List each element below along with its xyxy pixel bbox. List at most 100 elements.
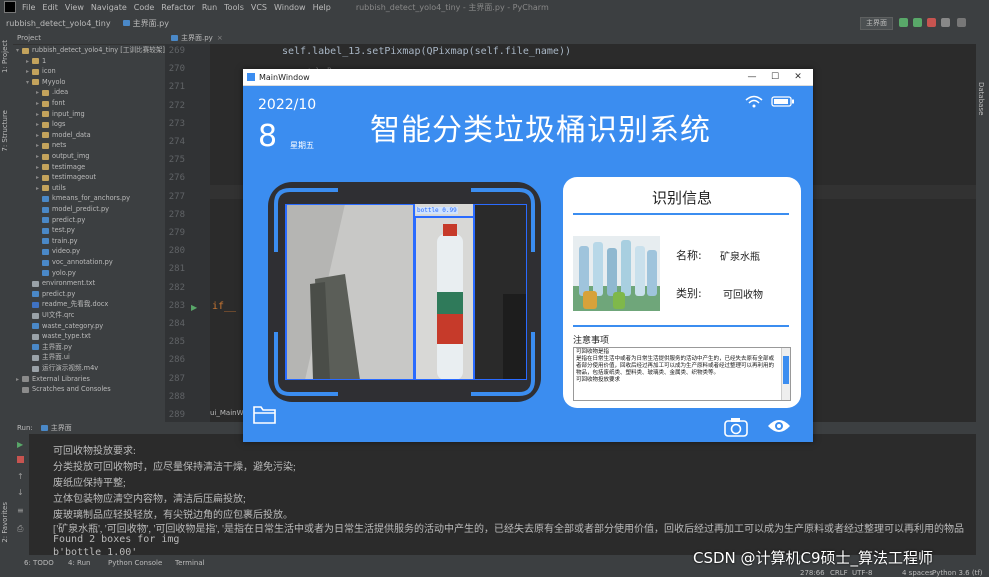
project-tree-item[interactable]: ▾ rubbish_detect_yolo4_tiny [工训比赛较架] <box>16 46 165 55</box>
folder-icon <box>42 153 49 160</box>
project-tree-item[interactable]: 运行演示视频.m4v <box>26 364 98 373</box>
project-tree-item[interactable]: waste_category.py <box>26 322 103 331</box>
settings-icon[interactable] <box>941 18 950 27</box>
scroll-down-icon[interactable]: ↓ <box>17 488 24 497</box>
python-console-tab[interactable]: Python Console <box>108 559 162 567</box>
menu-edit[interactable]: Edit <box>42 3 58 12</box>
project-tree-item[interactable]: ▸ utils <box>36 184 66 193</box>
run-gutter-icon[interactable]: ▶ <box>191 303 197 312</box>
editor-tab-main[interactable]: 主界面.py × <box>171 33 223 43</box>
run-icon[interactable] <box>899 18 908 27</box>
menu-run[interactable]: Run <box>202 3 217 12</box>
detection-label: bottle 0.99 <box>416 207 458 214</box>
file-encoding[interactable]: UTF-8 <box>852 569 872 577</box>
project-tree-item[interactable]: ▾ Myyolo <box>26 78 65 87</box>
structure-tool-tab[interactable]: 7: Structure <box>1 110 9 152</box>
project-tree-item[interactable]: ▸ .idea <box>36 88 68 97</box>
project-tree-item[interactable]: ▸ External Libraries <box>16 375 90 384</box>
wrap-icon[interactable]: ≡ <box>17 506 24 515</box>
project-tree-item[interactable]: Scratches and Consoles <box>16 385 111 394</box>
breadcrumb-project[interactable]: rubbish_detect_yolo4_tiny <box>6 19 111 28</box>
battery-icon <box>771 96 794 107</box>
database-tool-tab[interactable]: Database <box>977 82 985 115</box>
project-tree-item[interactable]: predict.py <box>36 216 85 225</box>
category-value: 可回收物 <box>723 290 763 301</box>
project-tree-item[interactable]: yolo.py <box>36 269 76 278</box>
terminal-tab[interactable]: Terminal <box>175 559 205 567</box>
menu-tools[interactable]: Tools <box>224 3 244 12</box>
menu-help[interactable]: Help <box>313 3 331 12</box>
project-tree-item[interactable]: ▸ logs <box>36 120 66 129</box>
menu-refactor[interactable]: Refactor <box>161 3 195 12</box>
project-tree-item[interactable]: ▸ output_img <box>36 152 90 161</box>
python-interpreter[interactable]: Python 3.6 (tf) <box>932 569 983 577</box>
project-tree-item[interactable]: ▸ model_data <box>36 131 91 140</box>
project-tree-item[interactable]: ▸ testimageout <box>36 173 96 182</box>
notes-label: 注意事项 <box>573 335 610 345</box>
project-tree-item[interactable]: ▸ nets <box>36 141 66 150</box>
project-tree-item[interactable]: 主界面.py <box>26 343 72 352</box>
project-tree-item[interactable]: ▸ icon <box>26 67 56 76</box>
project-tree-item[interactable]: ▸ testimage <box>36 163 85 172</box>
close-icon[interactable]: × <box>217 34 223 42</box>
maximize-button[interactable]: ☐ <box>764 69 786 85</box>
rerun-icon[interactable]: ▶ <box>17 440 23 449</box>
menu-vcs[interactable]: VCS <box>251 3 267 12</box>
project-tree-item-label: logs <box>52 120 66 129</box>
notes-scroll-thumb[interactable] <box>783 356 789 384</box>
indent-setting[interactable]: 4 spaces <box>902 569 933 577</box>
project-tool-tab[interactable]: 1: Project <box>1 40 9 73</box>
project-tree-item[interactable]: 主界面.ui <box>26 353 70 362</box>
line-number: 274 <box>168 137 185 147</box>
caret-position[interactable]: 278:66 <box>800 569 825 577</box>
run-tab[interactable]: 主界面 <box>40 423 72 433</box>
minimize-button[interactable]: — <box>741 69 763 85</box>
project-tree-item[interactable]: UI文件.qrc <box>26 311 74 320</box>
notes-textbox[interactable]: 可回收物是指 是指在日常生活中或者为日常生活提供服务的活动中产生的，已经失去原有… <box>573 347 791 401</box>
notes-scrollbar[interactable] <box>781 348 790 400</box>
folder-open-icon[interactable] <box>252 403 278 425</box>
project-tree-item[interactable]: video.py <box>36 247 80 256</box>
run-tool-tab[interactable]: 4: Run <box>68 559 90 567</box>
project-tree-item[interactable]: kmeans_for_anchors.py <box>36 194 130 203</box>
project-tree-item[interactable]: voc_annotation.py <box>36 258 113 267</box>
breadcrumb-file[interactable]: 主界面.py <box>122 18 169 29</box>
wifi-icon <box>745 95 763 108</box>
favorites-tool-tab[interactable]: 2: Favorites <box>1 502 9 543</box>
stop-icon[interactable] <box>927 18 936 27</box>
run-console[interactable]: 可回收物投放要求: 分类投放可回收物时，应尽量保持清洁干燥，避免污染; 废纸应保… <box>29 434 976 555</box>
project-tree-item[interactable]: waste_type.txt <box>26 332 91 341</box>
eye-icon[interactable] <box>767 417 791 435</box>
camera-icon[interactable] <box>724 417 748 437</box>
name-label: 名称: <box>676 249 702 262</box>
close-button[interactable]: ✕ <box>787 69 809 85</box>
project-tree-item[interactable]: environment.txt <box>26 279 95 288</box>
menu-window[interactable]: Window <box>274 3 306 12</box>
project-tree-item[interactable]: ▸ input_img <box>36 110 85 119</box>
project-tree-item-label: video.py <box>52 247 81 256</box>
scroll-up-icon[interactable]: ↑ <box>17 472 24 481</box>
menu-navigate[interactable]: Navigate <box>91 3 127 12</box>
project-tree-item[interactable]: ▸ 1 <box>26 57 46 66</box>
console-line: 废玻璃制品应轻投轻放，有尖锐边角的应包裹后投放。 <box>53 510 293 521</box>
project-tree-item[interactable]: test.py <box>36 226 75 235</box>
print-icon[interactable]: ⎙ <box>17 524 23 534</box>
project-tree-item[interactable]: readme_先看我.docx <box>26 300 108 309</box>
line-separator[interactable]: CRLF <box>830 569 848 577</box>
search-icon[interactable] <box>957 18 966 27</box>
run-config-select[interactable]: 主界面 <box>860 17 893 30</box>
todo-tab[interactable]: 6: TODO <box>24 559 54 567</box>
notes-text: 可回收物是指 是指在日常生活中或者为日常生活提供服务的活动中产生的，已经失去原有… <box>576 349 775 383</box>
project-panel-title[interactable]: Project <box>17 34 41 42</box>
menu-view[interactable]: View <box>65 3 84 12</box>
stop-run-icon[interactable] <box>17 456 24 463</box>
menu-file[interactable]: File <box>22 3 35 12</box>
project-tree-item-label: testimage <box>52 162 86 171</box>
project-tree-item[interactable]: train.py <box>36 237 78 246</box>
menu-code[interactable]: Code <box>134 3 154 12</box>
project-tree-item[interactable]: model_predict.py <box>36 205 109 214</box>
debug-icon[interactable] <box>913 18 922 27</box>
project-tree-item[interactable]: predict.py <box>26 290 75 299</box>
project-tree-item[interactable]: ▸ font <box>36 99 65 108</box>
folder-icon <box>32 58 39 65</box>
